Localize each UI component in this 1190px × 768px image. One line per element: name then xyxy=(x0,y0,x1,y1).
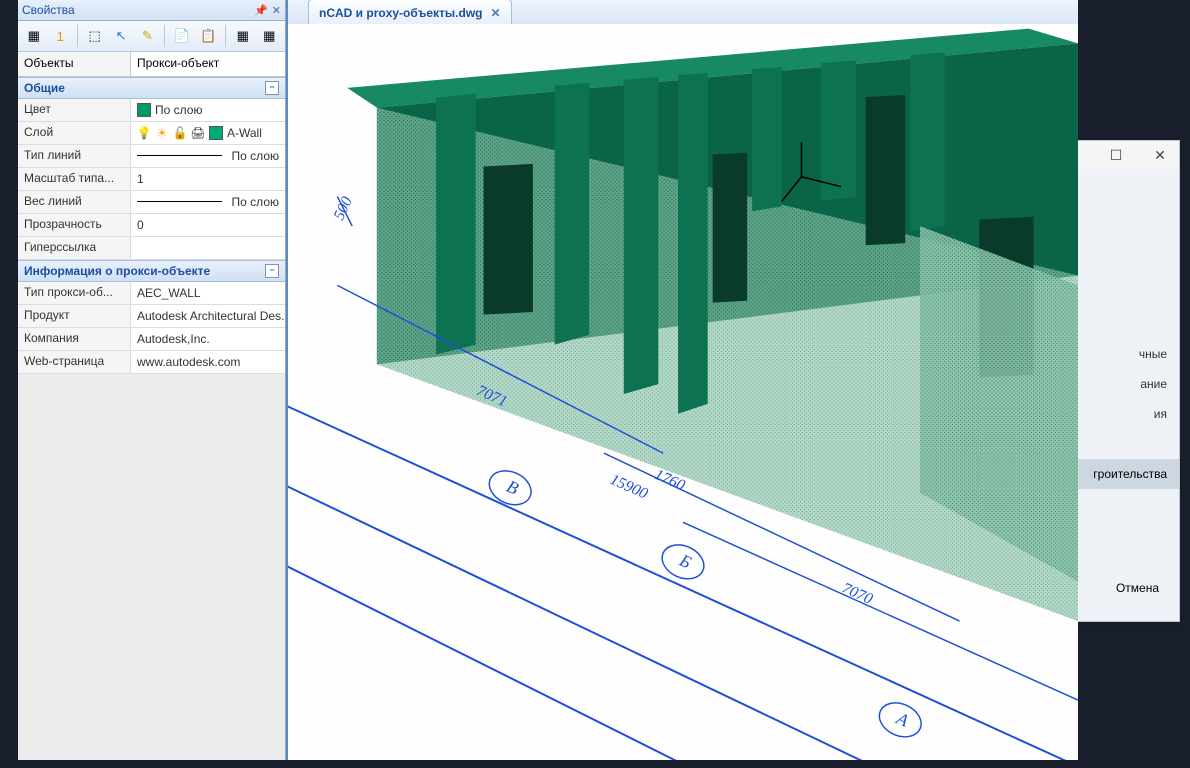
toolbar-btn-7[interactable]: 📋 xyxy=(197,24,220,48)
dialog-close-icon[interactable]: ✕ xyxy=(1145,144,1175,166)
prop-val: По слою xyxy=(232,195,279,209)
line-sample-icon xyxy=(137,201,222,204)
dialog-min-icon[interactable]: ☐ xyxy=(1101,144,1131,166)
toolbar-btn-2[interactable]: 1 xyxy=(48,24,71,48)
prop-val: AEC_WALL xyxy=(131,282,285,304)
dimension: 500 xyxy=(331,194,356,223)
lightbulb-icon: 💡 xyxy=(137,126,151,140)
toolbar-btn-8[interactable]: ▦ xyxy=(231,24,254,48)
prop-color[interactable]: Цвет По слою xyxy=(18,99,285,122)
prop-transparency[interactable]: Прозрачность 0 xyxy=(18,214,285,237)
drawing-viewport[interactable]: nCAD и proxy-объекты.dwg ✕ xyxy=(286,0,1078,760)
dimension: 15900 xyxy=(607,471,650,503)
section-general-title: Общие xyxy=(24,81,65,95)
drawing-canvas[interactable]: 500 7071 1760 15900 7070 В Б А xyxy=(288,24,1078,760)
section-proxy-title: Информация о прокси-объекте xyxy=(24,264,210,278)
panel-empty-area xyxy=(18,374,285,760)
prop-key: Web-страница xyxy=(18,351,131,373)
document-tab[interactable]: nCAD и proxy-объекты.dwg ✕ xyxy=(308,0,512,24)
prop-key: Вес линий xyxy=(18,191,131,213)
prop-key: Продукт xyxy=(18,305,131,327)
prop-val: Autodesk Architectural Des... xyxy=(131,305,285,327)
prop-key: Компания xyxy=(18,328,131,350)
sun-icon: ☀ xyxy=(155,126,169,140)
panel-toolbar: ▦ 1 ⬚ ↖ ✎ 📄 📋 ▦ ▦ xyxy=(18,21,285,52)
toolbar-btn-5[interactable]: ✎ xyxy=(136,24,159,48)
prop-key: Тип линий xyxy=(18,145,131,167)
pin-icon[interactable]: 📌 xyxy=(254,4,268,17)
prop-val xyxy=(131,237,285,259)
type-label: Объекты xyxy=(18,52,131,76)
close-panel-icon[interactable]: ✕ xyxy=(272,4,281,17)
toolbar-btn-1[interactable]: ▦ xyxy=(22,24,45,48)
cancel-button[interactable]: Отмена xyxy=(1096,565,1179,611)
prop-val: www.autodesk.com xyxy=(131,351,285,373)
prop-proxy-web[interactable]: Web-страница www.autodesk.com xyxy=(18,351,285,374)
tab-close-icon[interactable]: ✕ xyxy=(491,6,501,20)
tab-label: nCAD и proxy-объекты.dwg xyxy=(319,6,483,20)
collapse-icon[interactable]: − xyxy=(265,81,279,95)
prop-lineweight[interactable]: Вес линий По слою xyxy=(18,191,285,214)
prop-key: Цвет xyxy=(18,99,131,121)
prop-key: Гиперссылка xyxy=(18,237,131,259)
dimension: 7070 xyxy=(839,580,875,608)
properties-panel: Свойства 📌 ✕ ▦ 1 ⬚ ↖ ✎ 📄 📋 ▦ ▦ Объекты П… xyxy=(18,0,286,760)
panel-title: Свойства 📌 ✕ xyxy=(18,0,285,21)
type-value[interactable]: Прокси-объект xyxy=(131,52,285,76)
prop-key: Тип прокси-об... xyxy=(18,282,131,304)
prop-key: Прозрачность xyxy=(18,214,131,236)
toolbar-btn-6[interactable]: 📄 xyxy=(170,24,193,48)
collapse-icon[interactable]: − xyxy=(265,264,279,278)
color-swatch-icon xyxy=(137,103,151,117)
prop-key: Масштаб типа... xyxy=(18,168,131,190)
toolbar-btn-4[interactable]: ↖ xyxy=(109,24,132,48)
prop-key: Слой xyxy=(18,122,131,144)
section-general[interactable]: Общие − xyxy=(18,77,285,99)
app-window: Свойства 📌 ✕ ▦ 1 ⬚ ↖ ✎ 📄 📋 ▦ ▦ Объекты П… xyxy=(18,0,1078,760)
print-icon: 🖨 xyxy=(191,126,205,140)
prop-proxy-type[interactable]: Тип прокси-об... AEC_WALL xyxy=(18,282,285,305)
prop-val: 0 xyxy=(131,214,285,236)
prop-proxy-company[interactable]: Компания Autodesk,Inc. xyxy=(18,328,285,351)
prop-val: По слою xyxy=(155,103,202,117)
toolbar-btn-9[interactable]: ▦ xyxy=(258,24,281,48)
prop-linetype[interactable]: Тип линий По слою xyxy=(18,145,285,168)
prop-val: A-Wall xyxy=(227,126,262,140)
lock-icon: 🔓 xyxy=(173,126,187,140)
prop-val: По слою xyxy=(232,149,279,163)
section-proxy[interactable]: Информация о прокси-объекте − xyxy=(18,260,285,282)
prop-proxy-product[interactable]: Продукт Autodesk Architectural Des... xyxy=(18,305,285,328)
prop-ltscale[interactable]: Масштаб типа... 1 xyxy=(18,168,285,191)
layer-swatch-icon xyxy=(209,126,223,140)
prop-layer[interactable]: Слой 💡 ☀ 🔓 🖨 A-Wall xyxy=(18,122,285,145)
panel-title-text: Свойства xyxy=(22,3,75,17)
prop-val: Autodesk,Inc. xyxy=(131,328,285,350)
toolbar-btn-3[interactable]: ⬚ xyxy=(83,24,106,48)
prop-hyperlink[interactable]: Гиперссылка xyxy=(18,237,285,260)
tab-strip: nCAD и proxy-объекты.dwg ✕ xyxy=(288,0,1078,25)
object-type-row: Объекты Прокси-объект xyxy=(18,52,285,77)
line-sample-icon xyxy=(137,155,222,158)
prop-val: 1 xyxy=(131,168,285,190)
